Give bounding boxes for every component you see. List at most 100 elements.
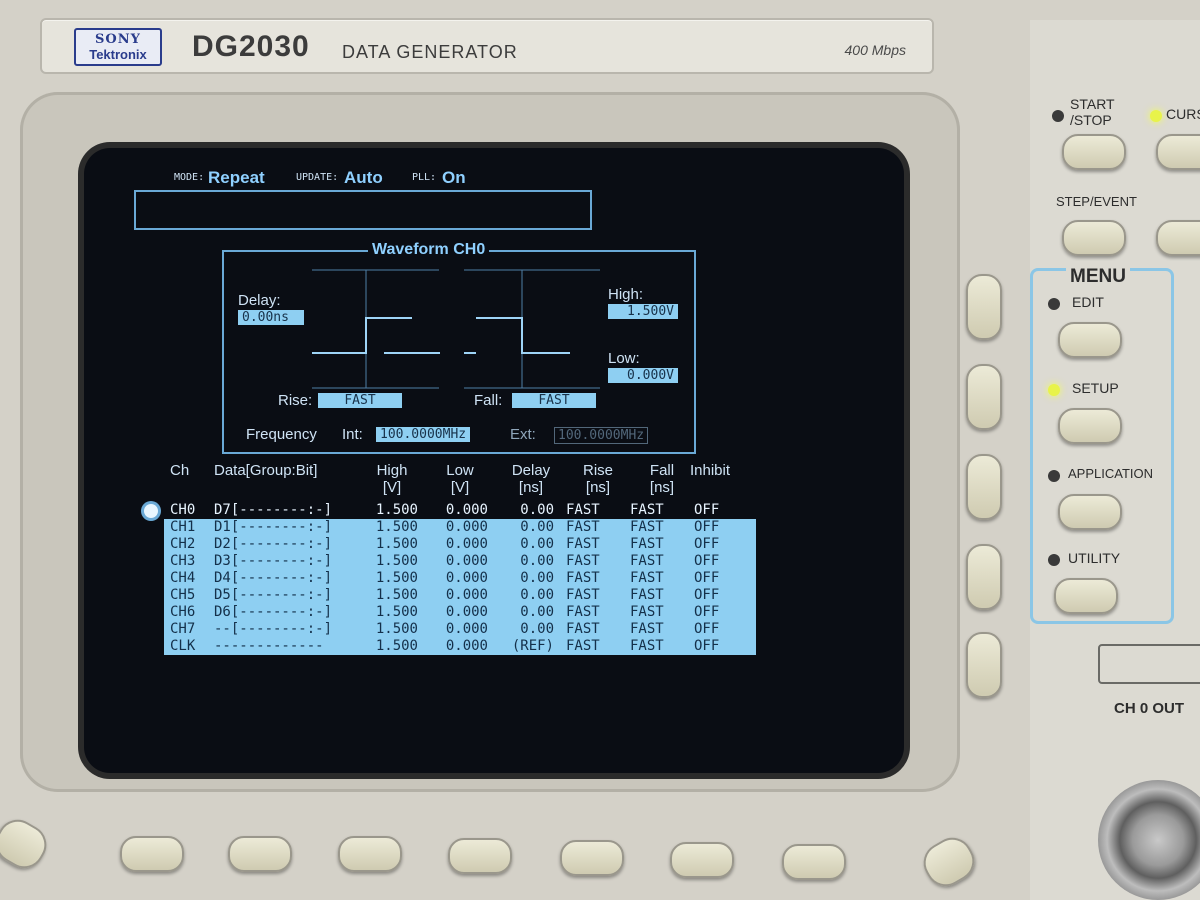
application-label: APPLICATION [1068,466,1154,481]
bottom-button-7[interactable] [782,844,846,880]
frequency-label: Frequency [246,426,317,443]
output-window [1098,644,1200,684]
cell-ch: CH0 [164,502,208,519]
cell-ch: CH3 [170,553,196,569]
waveform-panel: Waveform CH0 Delay: 0.00ns High: 1.500V … [222,241,696,454]
channel-table: CH0 D7[--------:-] 1.500 0.000 0.00 FAST FAST O… [164,502,756,655]
low-value[interactable]: 0.000V [608,368,678,383]
side-button-1[interactable] [966,274,1002,340]
cell-delay: 0.00 [494,502,560,519]
side-button-5[interactable] [966,632,1002,698]
cell-delay: 0.00 [520,587,554,603]
bottom-button-3[interactable] [338,836,402,872]
table-row[interactable]: CH5 D5[--------:-] 1.500 0.000 0.00 FAST FAST O… [164,587,756,604]
message-box [134,190,592,230]
cell-high: 1.500 [375,553,418,569]
table-row[interactable]: CH0 D7[--------:-] 1.500 0.000 0.00 FAST FAST O… [164,502,756,519]
low-label: Low: [608,350,640,367]
application-button[interactable] [1058,494,1122,530]
bottom-button-2[interactable] [228,836,292,872]
bottom-button-1[interactable] [120,836,184,872]
fall-value[interactable]: FAST [512,393,596,408]
setup-button[interactable] [1058,408,1122,444]
pll-label: PLL: [412,172,437,183]
side-button-4[interactable] [966,544,1002,610]
ext-label: Ext: [510,426,536,443]
edit-button[interactable] [1058,322,1122,358]
cell-data: D1[--------:-] [214,519,333,535]
col-low-unit: [V] [450,479,470,496]
logo-sony: SONY [95,32,141,47]
cell-delay: 0.00 [520,536,554,552]
logo-tektronix: Tektronix [89,47,147,62]
cell-high: 1.500 [354,502,424,519]
cursor-button[interactable] [1156,134,1200,170]
start-stop-label: START /STOP [1070,96,1115,128]
col-inhibit: Inhibit [690,462,731,479]
cell-data: D6[--------:-] [214,604,333,620]
speed-rating: 400 Mbps [844,42,906,58]
high-value[interactable]: 1.500V [608,304,678,319]
table-row[interactable]: CLK ------------- 1.500 0.000 (REF) FAST FAST O… [164,638,756,655]
cell-rise: FAST [566,570,600,586]
cell-ch: CLK [170,638,196,654]
rise-value[interactable]: FAST [318,393,402,408]
table-row[interactable]: CH6 D6[--------:-] 1.500 0.000 0.00 FAST FAST O… [164,604,756,621]
table-row[interactable]: CH4 D4[--------:-] 1.500 0.000 0.00 FAST FAST O… [164,570,756,587]
model-description: DATA GENERATOR [342,42,518,62]
side-button-2[interactable] [966,364,1002,430]
cursor-led [1150,110,1162,122]
rise-label: Rise: [278,392,313,409]
utility-label: UTILITY [1068,550,1121,566]
edit-led [1048,298,1060,310]
table-row[interactable]: CH1 D1[--------:-] 1.500 0.000 0.00 FAST FAST O… [164,519,756,536]
clear-button[interactable] [916,830,982,894]
table-row[interactable]: CH2 D2[--------:-] 1.500 0.000 0.00 FAST FAST O… [164,536,756,553]
high-label: High: [608,286,644,303]
cell-high: 1.500 [375,536,418,552]
start-stop-led [1052,110,1064,122]
update-label: UPDATE: [296,172,339,183]
utility-button[interactable] [1054,578,1118,614]
cell-inhibit: OFF [694,536,720,552]
col-delay-unit: [ns] [518,479,544,496]
bottom-button-4[interactable] [448,838,512,874]
cell-data: D4[--------:-] [214,570,333,586]
col-rise: Rise [582,462,613,479]
col-low: Low [446,462,474,479]
cell-low: 0.000 [445,587,488,603]
cell-fall: FAST [630,638,664,654]
bottom-button-6[interactable] [670,842,734,878]
table-row[interactable]: CH3 D3[--------:-] 1.500 0.000 0.00 FAST FAST O… [164,553,756,570]
left-corner-button[interactable] [0,812,54,876]
step-event-button[interactable] [1062,220,1126,256]
pll-value: On [442,168,466,187]
cell-delay: 0.00 [520,519,554,535]
cell-inhibit: OFF [694,587,720,603]
cell-rise: FAST [566,621,600,637]
cell-ch: CH1 [170,519,196,535]
bottom-button-5[interactable] [560,840,624,876]
cell-delay: 0.00 [520,604,554,620]
int-label: Int: [342,426,363,443]
setup-led [1048,384,1060,396]
arrow-button[interactable] [1156,220,1200,256]
start-stop-button[interactable] [1062,134,1126,170]
delay-value[interactable]: 0.00ns [238,310,304,325]
table-row[interactable]: CH7 --[--------:-] 1.500 0.000 0.00 FAST FAST O… [164,621,756,638]
cell-fall: FAST [630,621,664,637]
cell-delay: 0.00 [520,570,554,586]
cell-ch: CH6 [170,604,196,620]
cell-ch: CH4 [170,570,196,586]
cell-rise: FAST [560,502,624,519]
side-button-3[interactable] [966,454,1002,520]
cell-inhibit: OFF [694,519,720,535]
ext-frequency-value: 100.0000MHz [554,427,649,444]
brand-bar: SONY Tektronix DG2030 DATA GENERATOR 400… [40,18,934,74]
cell-ch: CH2 [170,536,196,552]
int-frequency-value[interactable]: 100.0000MHz [376,427,471,442]
cell-delay: 0.00 [520,621,554,637]
cell-high: 1.500 [375,621,418,637]
cell-fall: FAST [630,553,664,569]
model-name: DG2030 [192,30,310,63]
